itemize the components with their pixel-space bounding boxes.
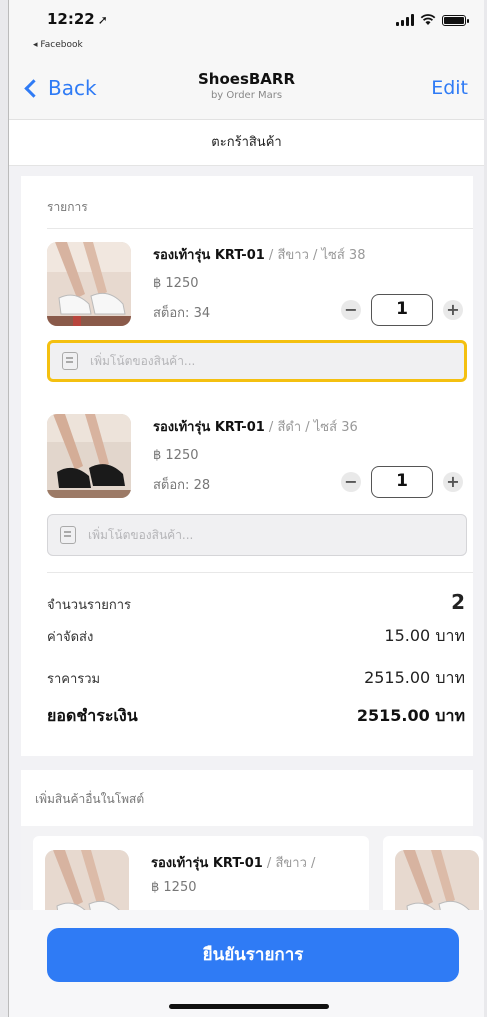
- divider: [47, 572, 473, 573]
- summary-total-value: 2515.00 บาท: [356, 706, 465, 725]
- quantity-input[interactable]: 1: [371, 466, 433, 498]
- cart-card: รายการ รองเท้ารุ่น KRT-01 / สีขาว / ไซส์…: [21, 176, 473, 756]
- product-note-input[interactable]: เพิ่มโน้ตของสินค้า...: [47, 514, 467, 556]
- product-price: ฿ 1250: [153, 276, 199, 291]
- summary-shipping-label: ค่าจัดส่ง: [47, 630, 94, 645]
- status-bar: 12:22 ➚ ◂ Facebook: [9, 0, 484, 62]
- suggested-product-price: ฿ 1250: [151, 880, 197, 895]
- quantity-stepper: − 1 +: [341, 294, 463, 326]
- shoe-photo-black: [47, 414, 131, 498]
- product-note-input[interactable]: เพิ่มโน้ตของสินค้า...: [47, 340, 467, 382]
- summary-shipping-value: 15.00 บาท: [384, 626, 465, 645]
- nav-subtitle: by Order Mars: [210, 90, 283, 101]
- increase-quantity-button[interactable]: +: [443, 472, 463, 492]
- summary-total-row: ยอดชำระเงิน 2515.00 บาท: [47, 704, 465, 729]
- decrease-quantity-button[interactable]: −: [341, 300, 361, 320]
- note-placeholder: เพิ่มโน้ตของสินค้า...: [90, 353, 196, 368]
- navigation-bar: Back ShoesBARR by Order Mars Edit: [9, 62, 484, 120]
- quantity-input[interactable]: 1: [371, 294, 433, 326]
- home-indicator[interactable]: [169, 1004, 329, 1009]
- more-products-section: เพิ่มสินค้าอื่นในโพสต์ รองเท้ารุ่น KRT-0…: [21, 770, 483, 936]
- summary-shipping-row: ค่าจัดส่ง 15.00 บาท: [47, 624, 465, 649]
- summary-subtotal-label: ราคารวม: [47, 672, 101, 687]
- back-to-app-link[interactable]: ◂ Facebook: [33, 40, 83, 50]
- summary-count-label: จำนวนรายการ: [47, 598, 132, 613]
- divider: [47, 228, 473, 229]
- system-icons: [396, 14, 469, 26]
- more-products-label: เพิ่มสินค้าอื่นในโพสต์: [35, 792, 145, 806]
- summary-total-label: ยอดชำระเงิน: [47, 706, 138, 725]
- page-title: ตะกร้าสินค้า: [9, 120, 484, 166]
- items-section-label: รายการ: [47, 200, 88, 214]
- nav-title-block: ShoesBARR by Order Mars: [9, 70, 484, 101]
- phone-screen: 12:22 ➚ ◂ Facebook Back ShoesBARR by Orde…: [8, 0, 484, 1017]
- wifi-icon: [420, 14, 436, 25]
- edit-button[interactable]: Edit: [431, 77, 468, 99]
- cart-item: รองเท้ารุ่น KRT-01 / สีดำ / ไซส์ 36 ฿ 12…: [47, 414, 467, 504]
- bottom-action-bar: ยืนยันรายการ: [9, 910, 484, 1017]
- note-icon: [62, 352, 78, 370]
- summary-subtotal-row: ราคารวม 2515.00 บาท: [47, 666, 465, 691]
- cart-item: รองเท้ารุ่น KRT-01 / สีขาว / ไซส์ 38 ฿ 1…: [47, 242, 467, 332]
- status-time: 12:22: [47, 10, 95, 28]
- quantity-stepper: − 1 +: [341, 466, 463, 498]
- increase-quantity-button[interactable]: +: [443, 300, 463, 320]
- decrease-quantity-button[interactable]: −: [341, 472, 361, 492]
- summary-count-row: จำนวนรายการ 2: [47, 590, 465, 615]
- note-icon: [60, 526, 76, 544]
- product-name: รองเท้ารุ่น KRT-01 / สีดำ / ไซส์ 36: [153, 420, 358, 435]
- product-stock: สต็อก: 34: [153, 306, 211, 321]
- product-name: รองเท้ารุ่น KRT-01 / สีขาว / ไซส์ 38: [153, 248, 366, 263]
- confirm-order-button[interactable]: ยืนยันรายการ: [47, 928, 459, 982]
- product-image[interactable]: [47, 414, 131, 498]
- summary-count-value: 2: [451, 590, 465, 614]
- product-price: ฿ 1250: [153, 448, 199, 463]
- note-placeholder: เพิ่มโน้ตของสินค้า...: [88, 527, 194, 542]
- shoe-photo-white: [47, 242, 131, 326]
- cellular-signal-icon: [396, 14, 414, 26]
- battery-icon: [442, 14, 469, 26]
- nav-title: ShoesBARR: [197, 70, 296, 88]
- product-image[interactable]: [47, 242, 131, 326]
- suggested-product-name: รองเท้ารุ่น KRT-01 / สีขาว /: [151, 856, 316, 871]
- product-stock: สต็อก: 28: [153, 478, 211, 493]
- location-arrow-icon: ➚: [97, 13, 108, 27]
- summary-subtotal-value: 2515.00 บาท: [364, 668, 465, 687]
